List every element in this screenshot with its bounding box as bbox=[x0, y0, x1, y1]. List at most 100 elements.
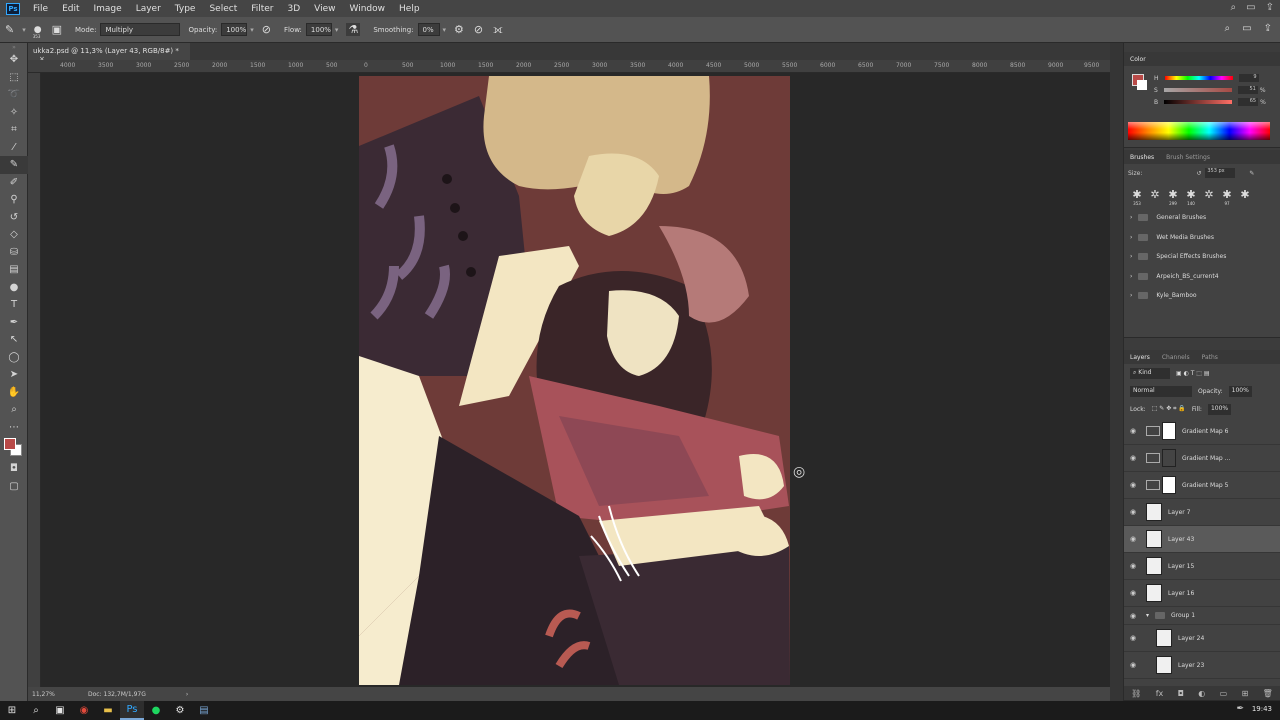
brush-folder[interactable]: › Arpeich_BS_current4 bbox=[1124, 267, 1280, 287]
menu-view[interactable]: View bbox=[307, 4, 342, 14]
eye-icon[interactable]: ◉ bbox=[1124, 612, 1142, 620]
tab-color[interactable]: Color bbox=[1124, 56, 1152, 63]
hand-tool-icon[interactable]: ✋ bbox=[0, 384, 28, 402]
chevron-down-icon[interactable]: ▾ bbox=[1146, 612, 1149, 619]
windows-start-icon[interactable]: ⊞ bbox=[0, 701, 24, 720]
spotify-icon[interactable]: ● bbox=[144, 701, 168, 720]
dodge-tool-icon[interactable]: ● bbox=[0, 279, 28, 297]
share-icon[interactable]: ⇪ bbox=[1266, 2, 1274, 13]
layer-thumbnail[interactable] bbox=[1156, 629, 1172, 647]
layer-row[interactable]: ◉ Layer 15 bbox=[1124, 553, 1280, 580]
screen-mode-icon[interactable]: ▢ bbox=[0, 478, 28, 496]
menu-select[interactable]: Select bbox=[202, 4, 244, 14]
brush-settings-toggle-icon[interactable]: ▣ bbox=[52, 23, 62, 36]
chevron-right-icon[interactable]: › bbox=[1130, 234, 1132, 241]
new-layer-icon[interactable]: ⊞ bbox=[1242, 689, 1249, 698]
layer-row[interactable]: ◉ Gradient Map 5 bbox=[1124, 472, 1280, 499]
type-tool-icon[interactable]: T bbox=[0, 296, 28, 314]
eraser-tool-icon[interactable]: ◇ bbox=[0, 226, 28, 244]
eye-icon[interactable]: ◉ bbox=[1124, 661, 1142, 669]
brush-preset-picker[interactable]: ● 353 bbox=[33, 25, 42, 39]
chevron-down-icon[interactable]: ▾ bbox=[250, 26, 254, 34]
pressure-size-icon[interactable]: ⊘ bbox=[474, 23, 483, 36]
gear-icon[interactable]: ⚙ bbox=[454, 23, 464, 36]
path-select-tool-icon[interactable]: ↖ bbox=[0, 331, 28, 349]
brush-tool-icon[interactable]: ✎ bbox=[0, 156, 28, 174]
workspace-icon[interactable]: ▭ bbox=[1246, 2, 1255, 13]
file-explorer-icon[interactable]: ▬ bbox=[96, 701, 120, 720]
collapse-toolbar-icon[interactable]: » bbox=[0, 43, 28, 51]
layer-thumbnail[interactable] bbox=[1156, 656, 1172, 674]
menu-help[interactable]: Help bbox=[392, 4, 427, 14]
brightness-value[interactable]: 65 bbox=[1238, 98, 1259, 106]
reset-icon[interactable]: ↺ bbox=[1196, 170, 1201, 177]
chevron-right-icon[interactable]: › bbox=[186, 691, 188, 698]
link-layers-icon[interactable]: ⛓ bbox=[1131, 689, 1141, 698]
layer-row[interactable]: ◉ Gradient Map 6 bbox=[1124, 418, 1280, 445]
layer-row[interactable]: ◉ Layer 23 bbox=[1124, 652, 1280, 679]
blend-mode-select[interactable]: Normal bbox=[1130, 385, 1192, 397]
eye-icon[interactable]: ◉ bbox=[1124, 427, 1142, 435]
chrome-icon[interactable]: ◉ bbox=[72, 701, 96, 720]
layer-thumbnail[interactable] bbox=[1146, 530, 1162, 548]
color-swatches[interactable] bbox=[0, 436, 28, 460]
quick-mask-icon[interactable]: ◘ bbox=[0, 460, 28, 478]
zoom-level[interactable]: 11,27% bbox=[28, 691, 88, 698]
mixer-brush-tool-icon[interactable]: ✐ bbox=[0, 174, 28, 192]
opacity-field[interactable]: 100% bbox=[221, 23, 248, 36]
task-view-icon[interactable]: ▣ bbox=[48, 701, 72, 720]
menu-file[interactable]: File bbox=[26, 4, 55, 14]
eye-icon[interactable]: ◉ bbox=[1124, 562, 1142, 570]
ellipse-tool-icon[interactable]: ◯ bbox=[0, 349, 28, 367]
menu-layer[interactable]: Layer bbox=[129, 4, 168, 14]
layer-row[interactable]: ◉ Gradient Map ... bbox=[1124, 445, 1280, 472]
foreground-color-swatch[interactable] bbox=[4, 438, 16, 450]
brightness-slider[interactable] bbox=[1164, 100, 1233, 104]
eye-icon[interactable]: ◉ bbox=[1124, 454, 1142, 462]
menu-filter[interactable]: Filter bbox=[244, 4, 280, 14]
eye-icon[interactable]: ◉ bbox=[1124, 535, 1142, 543]
eyedropper-tool-icon[interactable]: ⁄ bbox=[0, 139, 28, 157]
layer-thumbnail[interactable] bbox=[1146, 503, 1162, 521]
brush-preset[interactable]: ✱ bbox=[1238, 188, 1252, 204]
search-icon[interactable]: ⌕ bbox=[1231, 2, 1237, 13]
brush-size-field[interactable]: 353 px bbox=[1205, 168, 1236, 178]
chevron-down-icon[interactable]: ▾ bbox=[443, 26, 447, 34]
brush-folder[interactable]: › Special Effects Brushes bbox=[1124, 247, 1280, 267]
menu-window[interactable]: Window bbox=[343, 4, 393, 14]
pen-tray-icon[interactable]: ✒ bbox=[1236, 704, 1244, 714]
share-icon[interactable]: ⇪ bbox=[1264, 23, 1272, 34]
pen-tool-icon[interactable]: ✒ bbox=[0, 314, 28, 332]
mode-select[interactable]: Multiply bbox=[100, 23, 181, 36]
paint-bucket-tool-icon[interactable]: ⛁ bbox=[0, 244, 28, 262]
history-brush-tool-icon[interactable]: ↺ bbox=[0, 209, 28, 227]
chevron-right-icon[interactable]: › bbox=[1130, 292, 1132, 299]
eye-icon[interactable]: ◉ bbox=[1124, 481, 1142, 489]
add-mask-icon[interactable]: ◘ bbox=[1178, 689, 1184, 698]
smoothing-field[interactable]: 0% bbox=[417, 23, 440, 36]
chevron-right-icon[interactable]: › bbox=[1130, 253, 1132, 260]
layer-mask-thumbnail[interactable] bbox=[1162, 449, 1176, 467]
symmetry-icon[interactable]: ⟗ bbox=[493, 23, 503, 37]
background-color-swatch[interactable] bbox=[1137, 80, 1147, 90]
brush-preset[interactable]: ✱ 299 bbox=[1166, 188, 1180, 206]
layer-row[interactable]: ◉ Layer 16 bbox=[1124, 580, 1280, 607]
new-group-icon[interactable]: ▭ bbox=[1220, 689, 1228, 698]
brush-preset[interactable]: ✱ 353 bbox=[1130, 188, 1144, 206]
app-icon[interactable]: ▤ bbox=[192, 701, 216, 720]
direct-select-tool-icon[interactable]: ➤ bbox=[0, 366, 28, 384]
brush-folder[interactable]: › General Brushes bbox=[1124, 208, 1280, 228]
canvas-workspace[interactable]: ◎ bbox=[41, 73, 1110, 687]
layer-fill-field[interactable]: 100% bbox=[1207, 403, 1232, 415]
layer-thumbnail[interactable] bbox=[1146, 584, 1162, 602]
lock-icons[interactable]: ⬚ ✎ ✥ ⌗ 🔒 bbox=[1152, 405, 1186, 413]
search-icon[interactable]: ⌕ bbox=[24, 701, 48, 720]
zoom-tool-icon[interactable]: ⌕ bbox=[0, 401, 28, 419]
layer-row-selected[interactable]: ◉ Layer 43 bbox=[1124, 526, 1280, 553]
saturation-slider[interactable] bbox=[1163, 88, 1232, 92]
settings-icon[interactable]: ⚙ bbox=[168, 701, 192, 720]
brush-preset[interactable]: ✲ bbox=[1202, 188, 1216, 204]
marquee-tool-icon[interactable]: ⬚ bbox=[0, 69, 28, 87]
brush-folder[interactable]: › Wet Media Brushes bbox=[1124, 228, 1280, 248]
layer-row[interactable]: ◉ Layer 24 bbox=[1124, 625, 1280, 652]
